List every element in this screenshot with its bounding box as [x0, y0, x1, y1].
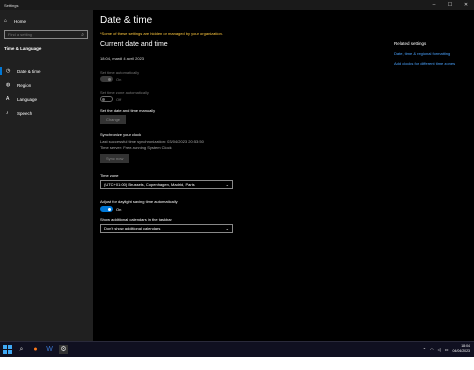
- clock-date: 04/04/2023: [452, 349, 470, 353]
- sidebar-item-label: Language: [17, 96, 38, 102]
- sync-server: Time server: Free-running System Clock: [100, 145, 172, 150]
- related-link-add-clocks[interactable]: Add clocks for different time zones: [394, 61, 472, 66]
- chevron-down-icon: ⌄: [225, 182, 229, 187]
- settings-window: Settings – ☐ ✕ ⌂ Home ⌕ Time & Language …: [0, 0, 474, 341]
- sidebar-item-label: Region: [17, 82, 32, 88]
- minimize-button[interactable]: –: [426, 0, 442, 10]
- taskbar-clock[interactable]: 18:04 04/04/2023: [452, 344, 470, 354]
- timezone-label: Time zone: [100, 173, 119, 178]
- section-heading: Time & Language: [4, 46, 42, 51]
- chevron-down-icon: ⌄: [225, 226, 229, 231]
- search-icon[interactable]: ⌕: [81, 32, 84, 38]
- window-title: Settings: [4, 2, 19, 8]
- current-date-heading: Current date and time: [100, 41, 168, 48]
- calendar-value: Don't show additional calendars: [104, 226, 161, 231]
- taskbar: ⌕ ● W ⚙ ⌃ ◠ ◁ ▭ 18:04 04/04/2023: [0, 341, 474, 357]
- nav-list: ◷ Date & time ◍ Region A Language ♪ Spee…: [0, 64, 93, 120]
- search-input[interactable]: [8, 32, 80, 37]
- calendar-select[interactable]: Don't show additional calendars ⌄: [100, 224, 233, 233]
- sync-heading: Synchronize your clock: [100, 132, 142, 137]
- home-label: Home: [14, 18, 27, 24]
- change-button[interactable]: Change: [100, 115, 127, 124]
- timezone-select[interactable]: (UTC+01:00) Brussels, Copenhagen, Madrid…: [100, 180, 233, 189]
- managed-warning: *Some of these settings are hidden or ma…: [100, 31, 223, 36]
- chevron-up-icon[interactable]: ⌃: [423, 347, 426, 352]
- dst-state: On: [116, 207, 122, 212]
- set-time-auto-toggle[interactable]: [100, 76, 113, 82]
- calendar-label: Show additional calendars in the taskbar: [100, 217, 172, 222]
- title-bar: Settings – ☐ ✕: [0, 0, 474, 10]
- word-icon[interactable]: W: [45, 345, 54, 354]
- set-tz-auto-label: Set time zone automatically: [100, 90, 149, 95]
- sidebar-item-region[interactable]: ◍ Region: [0, 78, 93, 92]
- firefox-icon[interactable]: ●: [31, 345, 40, 354]
- main-content: Date & time *Some of these settings are …: [93, 10, 474, 341]
- timezone-value: (UTC+01:00) Brussels, Copenhagen, Madrid…: [104, 182, 195, 187]
- set-time-auto-state: On: [116, 77, 122, 82]
- sidebar-item-label: Date & time: [17, 68, 41, 74]
- page-title: Date & time: [100, 15, 153, 26]
- dst-toggle[interactable]: [100, 206, 113, 212]
- system-tray: ⌃ ◠ ◁ ▭ 18:04 04/04/2023: [423, 344, 470, 354]
- related-settings: Related settings Date, time & regional f…: [394, 41, 472, 66]
- sync-now-button[interactable]: Sync now: [100, 154, 130, 163]
- set-manual-label: Set the date and time manually: [100, 108, 156, 113]
- sidebar: ⌂ Home ⌕ Time & Language ◷ Date & time ◍…: [0, 10, 93, 341]
- sidebar-item-language[interactable]: A Language: [0, 92, 93, 106]
- window-controls: – ☐ ✕: [426, 0, 474, 10]
- set-time-auto-label: Set time automatically: [100, 70, 140, 75]
- home-icon: ⌂: [4, 18, 8, 24]
- bottom-strip: [0, 357, 474, 370]
- battery-icon[interactable]: ▭: [445, 347, 449, 352]
- dst-label: Adjust for daylight saving time automati…: [100, 199, 178, 204]
- globe-icon: ◍: [6, 82, 11, 88]
- wifi-icon[interactable]: ◠: [430, 347, 434, 352]
- sidebar-item-speech[interactable]: ♪ Speech: [0, 106, 93, 120]
- maximize-button[interactable]: ☐: [442, 0, 458, 10]
- related-link-regional-formatting[interactable]: Date, time & regional formatting: [394, 51, 472, 56]
- search-box[interactable]: ⌕: [4, 30, 88, 39]
- sidebar-item-date-time[interactable]: ◷ Date & time: [0, 64, 93, 78]
- microphone-icon: ♪: [6, 110, 9, 116]
- sidebar-item-label: Speech: [17, 110, 33, 116]
- related-heading: Related settings: [394, 41, 427, 46]
- clock-icon: ◷: [6, 68, 11, 74]
- settings-gear-icon[interactable]: ⚙: [59, 345, 68, 354]
- volume-icon[interactable]: ◁: [438, 347, 441, 352]
- search-icon[interactable]: ⌕: [17, 345, 26, 354]
- set-tz-auto-state: Off: [116, 97, 122, 102]
- current-datetime-value: 18:04, mardi 4 avril 2023: [100, 56, 145, 61]
- set-tz-auto-toggle[interactable]: [100, 96, 113, 102]
- start-button[interactable]: [3, 345, 12, 354]
- close-button[interactable]: ✕: [458, 0, 474, 10]
- home-nav-item[interactable]: ⌂ Home: [4, 18, 26, 24]
- language-icon: A: [6, 96, 10, 102]
